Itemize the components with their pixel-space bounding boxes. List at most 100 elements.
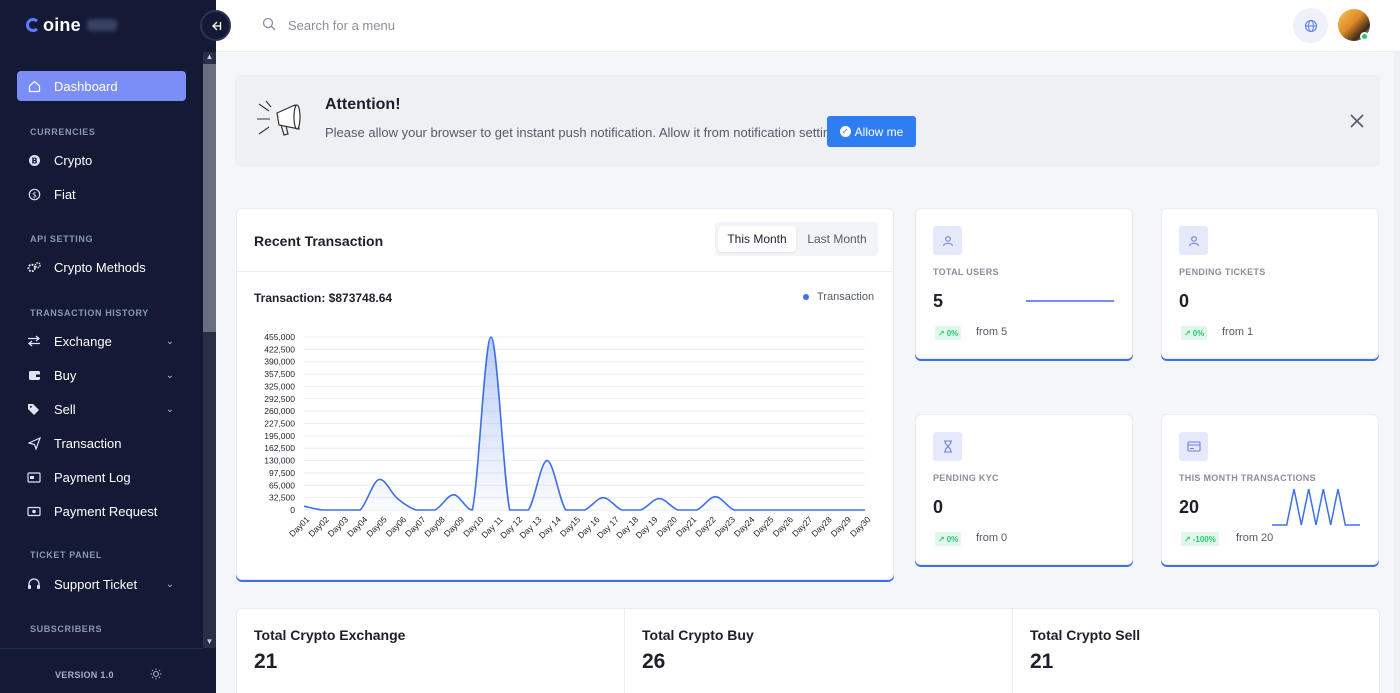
stat-from: from 0: [976, 532, 1008, 544]
sidebar-item-exchange[interactable]: Exchange ⌄: [17, 326, 186, 356]
section-subscribers: SUBSCRIBERS: [30, 624, 103, 634]
version-label: VERSION 1.0: [55, 670, 114, 680]
chevron-down-icon[interactable]: ⌄: [164, 336, 176, 347]
sidebar-item-label: Buy: [54, 367, 77, 383]
stat-card-pending-kyc: PENDING KYC 0 ↗ 0% from 0: [915, 414, 1133, 565]
user-icon: [933, 226, 962, 255]
y-tick-label: 65,000: [269, 480, 295, 490]
sidebar-item-label: Crypto Methods: [54, 259, 146, 275]
total-crypto-sell: Total Crypto Sell 21: [1012, 609, 1399, 693]
sun-icon[interactable]: [150, 668, 162, 680]
y-tick-label: 357,500: [264, 369, 295, 379]
trend-up-icon: ↗: [938, 328, 945, 338]
language-button[interactable]: [1293, 8, 1328, 43]
sidebar: oine ▲ ▼ Dashboard CURRENCIES B Crypto $…: [0, 0, 216, 693]
sidebar-item-crypto-methods[interactable]: Crypto Methods: [17, 252, 186, 282]
sidebar-item-sell[interactable]: Sell ⌄: [17, 394, 186, 424]
x-tick-label: Day23: [713, 514, 738, 539]
badge-value: 0%: [1192, 328, 1205, 338]
sidebar-item-payment-request[interactable]: Payment Request: [17, 496, 186, 526]
sidebar-item-buy[interactable]: Buy ⌄: [17, 360, 186, 390]
bitcoin-icon: B: [27, 153, 41, 167]
chevron-down-icon[interactable]: ⌄: [164, 370, 176, 381]
stat-from: from 1: [1222, 326, 1254, 338]
stat-label: PENDING KYC: [933, 473, 999, 483]
x-tick-label: Day22: [693, 514, 718, 539]
scroll-down-arrow-icon[interactable]: ▼: [205, 638, 214, 646]
brand-blurred-text: [86, 19, 117, 31]
online-status-dot: [1360, 32, 1369, 41]
paper-plane-icon: [27, 436, 41, 450]
brand-name: oine: [43, 14, 81, 35]
chart-legend[interactable]: Transaction: [803, 291, 874, 303]
search-icon[interactable]: [262, 17, 276, 31]
status-badge: ↗ 0%: [935, 326, 962, 340]
x-tick-label: Day26: [771, 514, 796, 539]
stat-value: 0: [933, 497, 944, 517]
section-api-setting: API SETTING: [30, 234, 94, 244]
credit-card-icon: [1179, 432, 1208, 461]
x-tick-label: Day30: [848, 514, 873, 539]
x-tick-label: Day03: [326, 514, 351, 539]
payment-card-icon: [27, 470, 41, 484]
recent-transaction-card: Recent Transaction This Month Last Month…: [236, 208, 894, 580]
x-tick-label: Day07: [403, 514, 428, 539]
sidebar-footer-divider: [0, 648, 203, 649]
sidebar-scroll-thumb[interactable]: [203, 64, 216, 332]
stat-from: from 20: [1236, 532, 1274, 544]
chevron-down-icon[interactable]: ⌄: [164, 404, 176, 415]
y-tick-label: 422,500: [264, 344, 295, 354]
stat-value: 0: [1179, 291, 1190, 311]
transaction-total: Transaction: $873748.64: [254, 291, 393, 305]
sidebar-item-label: Dashboard: [54, 78, 118, 94]
svg-text:$: $: [32, 190, 37, 199]
status-badge: ↗ 0%: [935, 532, 962, 546]
card-title: Recent Transaction: [254, 233, 384, 249]
stat-card-month-transactions: THIS MONTH TRANSACTIONS 20 ↗ -100% from 2…: [1161, 414, 1379, 565]
chevron-down-icon[interactable]: ⌄: [164, 579, 176, 590]
sidebar-item-crypto[interactable]: B Crypto: [17, 145, 186, 175]
tab-this-month[interactable]: This Month: [718, 226, 796, 252]
scroll-up-arrow-icon[interactable]: ▲: [205, 53, 214, 61]
collapse-arrow-icon: [211, 21, 221, 30]
trend-up-icon: ↗: [1184, 328, 1191, 338]
y-tick-label: 0: [290, 505, 295, 515]
sparkline-total-users: [1026, 300, 1114, 302]
sidebar-scrollbar[interactable]: ▲ ▼: [203, 52, 216, 648]
sidebar-item-label: Exchange: [54, 333, 112, 349]
sidebar-item-payment-log[interactable]: Payment Log: [17, 462, 186, 492]
legend-dot-icon: [803, 294, 809, 300]
total-label: Total Crypto Buy: [642, 627, 754, 643]
y-tick-label: 130,000: [264, 456, 295, 466]
status-badge: ↗ 0%: [1181, 326, 1208, 340]
sidebar-item-fiat[interactable]: $ Fiat: [17, 179, 186, 209]
x-tick-label: Day25: [751, 514, 776, 539]
search-input[interactable]: [288, 14, 588, 36]
megaphone-icon: [257, 100, 301, 136]
sidebar-item-dashboard[interactable]: Dashboard: [17, 71, 186, 101]
section-transaction-history: TRANSACTION HISTORY: [30, 308, 149, 318]
sidebar-item-support-ticket[interactable]: Support Ticket ⌄: [17, 569, 186, 599]
y-tick-label: 292,500: [264, 394, 295, 404]
total-crypto-exchange: Total Crypto Exchange 21: [237, 609, 624, 693]
sidebar-collapse-button[interactable]: [200, 10, 231, 41]
sidebar-item-label: Payment Log: [54, 469, 131, 485]
x-tick-label: Day02: [306, 514, 331, 539]
allow-notification-button[interactable]: ✓ Allow me: [827, 116, 916, 147]
topbar: [216, 0, 1400, 52]
brand-mark-icon: [26, 18, 40, 32]
close-icon[interactable]: [1349, 113, 1365, 129]
svg-text:B: B: [31, 156, 37, 165]
trend-up-icon: ↗: [938, 534, 945, 544]
globe-icon: [1304, 19, 1317, 32]
banner-message: Please allow your browser to get instant…: [325, 125, 841, 140]
stat-value: 5: [933, 291, 944, 311]
brand-logo[interactable]: oine: [26, 14, 117, 36]
tab-last-month[interactable]: Last Month: [799, 226, 875, 252]
total-label: Total Crypto Sell: [1030, 627, 1141, 643]
period-tabs: This Month Last Month: [715, 222, 878, 256]
sidebar-item-transaction[interactable]: Transaction: [17, 428, 186, 458]
main-scrollbar[interactable]: [1394, 52, 1400, 693]
transaction-chart[interactable]: 455,000 422,500 390,000 357,500 325,000 292,5…: [237, 329, 893, 579]
y-tick-label: 97,500: [269, 468, 295, 478]
